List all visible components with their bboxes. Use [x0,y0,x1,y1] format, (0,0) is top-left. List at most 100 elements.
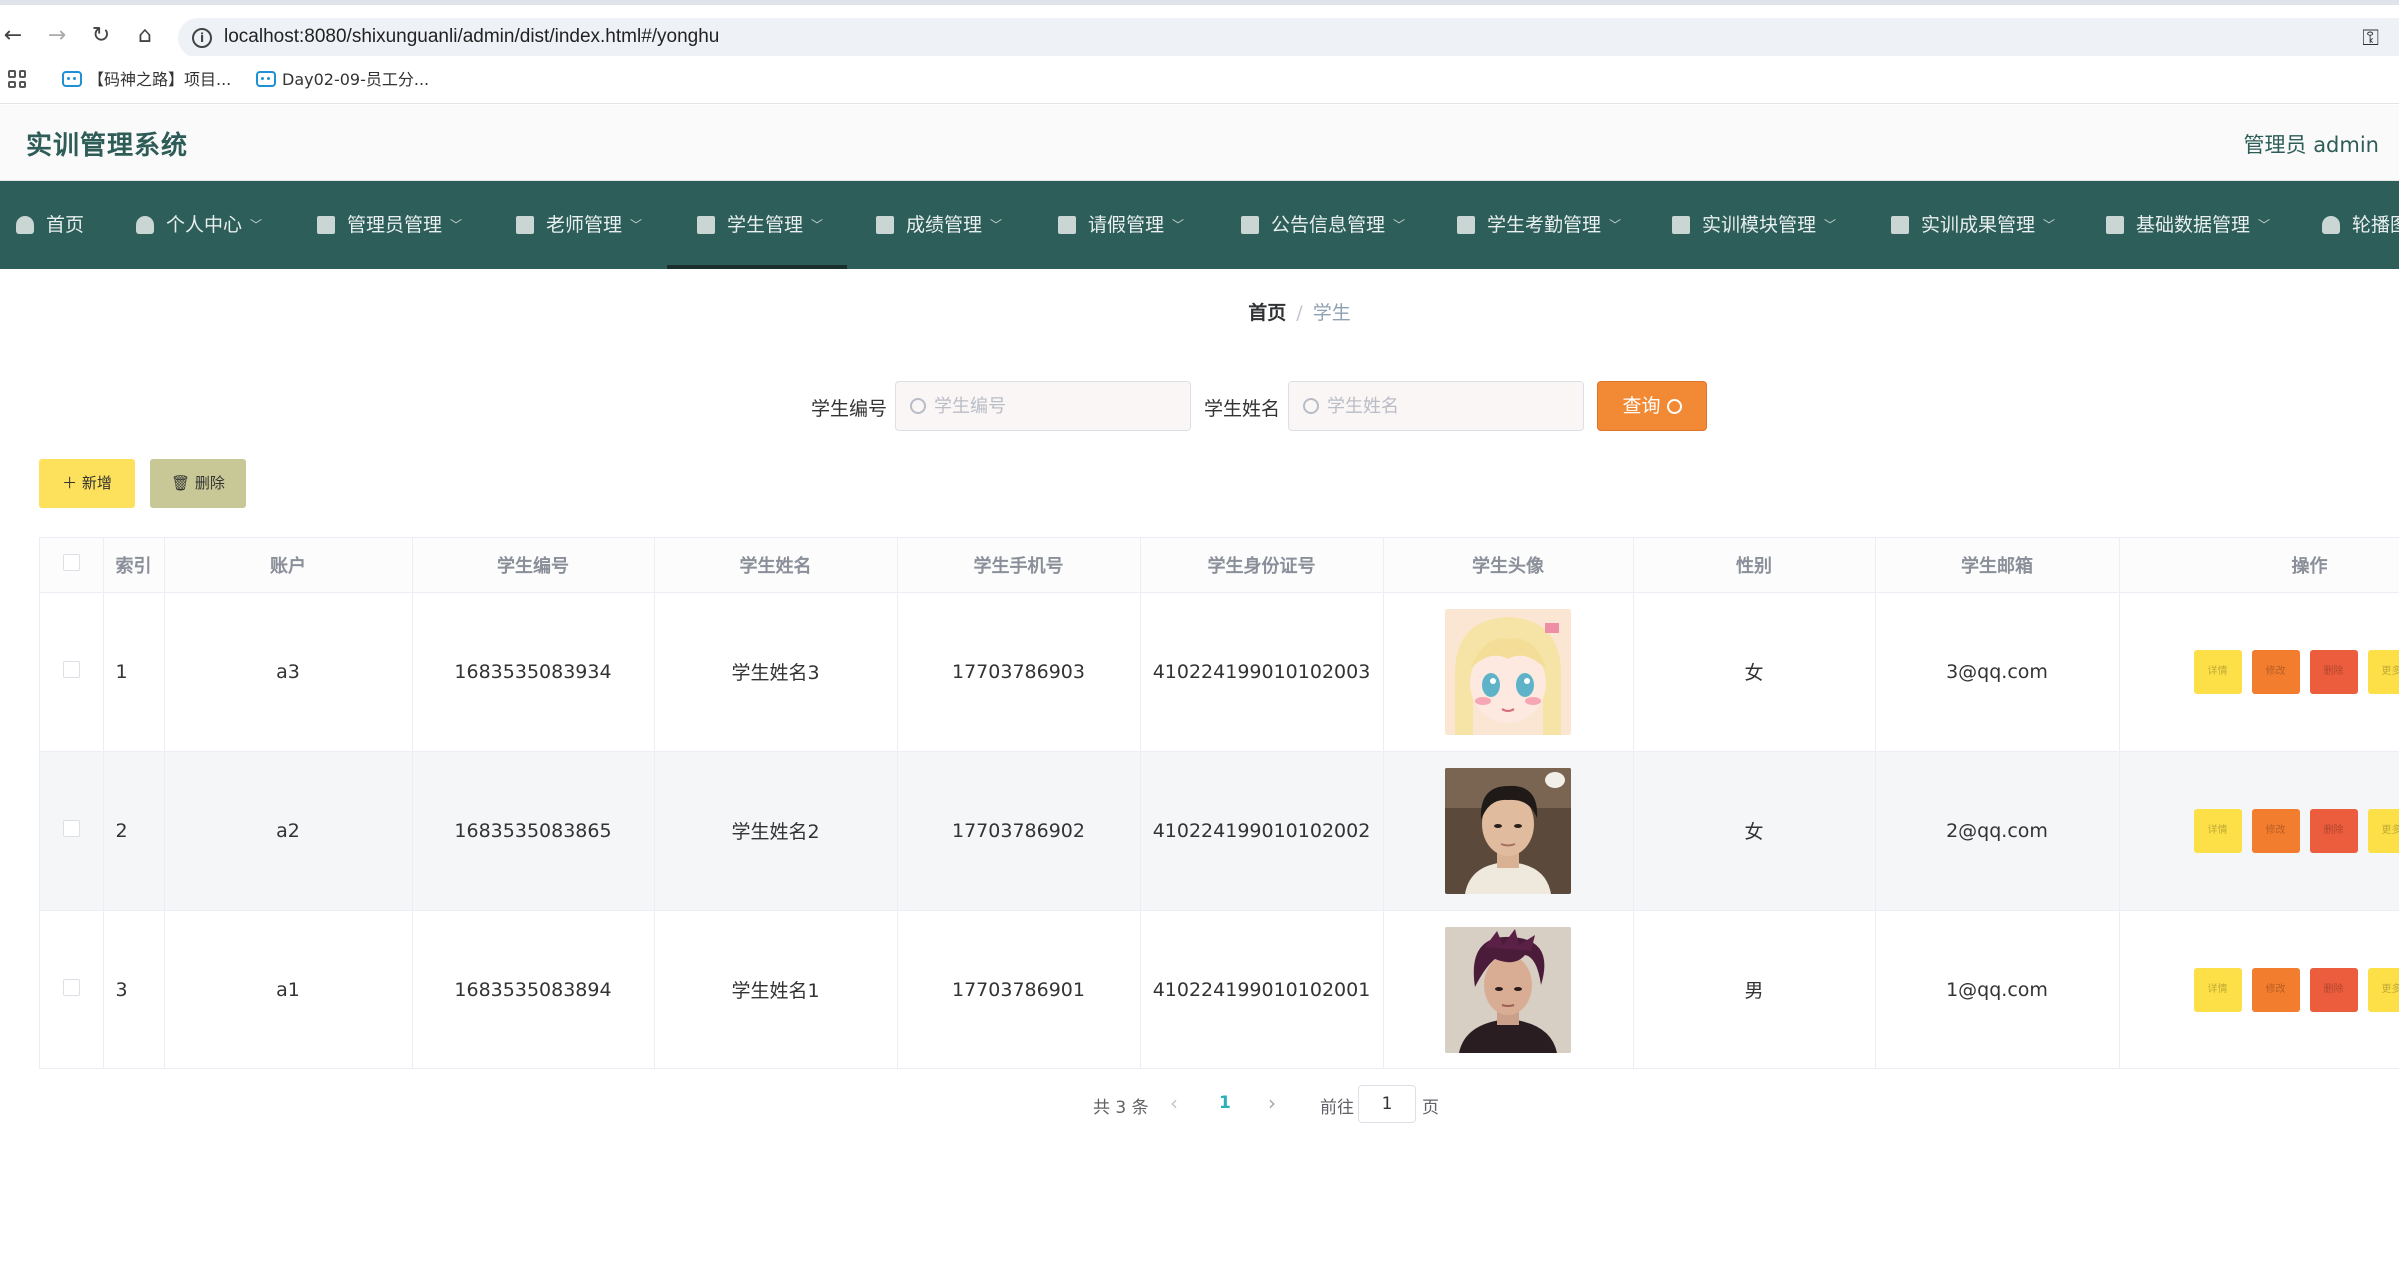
cell-gender: 女 [1633,592,1876,752]
edit-button[interactable]: 修改 [2251,808,2300,853]
cell-index: 1 [103,592,165,752]
cell-index: 3 [103,910,165,1068]
cell-name: 学生姓名3 [654,592,898,752]
mic-icon [1241,216,1259,234]
query-button[interactable]: 查询 [1597,381,1707,431]
avatar[interactable] [1445,926,1571,1053]
menu-label: 管理员管理 [347,214,443,236]
select-all-checkbox[interactable] [62,553,80,571]
table-header-row: 索引 账户 学生编号 学生姓名 学生手机号 学生身份证号 学生头像 性别 学生邮… [40,538,2399,593]
flag-icon [1891,216,1909,234]
menu-item-module[interactable]: 实训模块管理 ﹀ [1672,181,1836,269]
cell-idcard: 410224199010102001 [1140,910,1384,1068]
back-icon[interactable]: ← [0,23,26,49]
bookmark-label: 【码神之路】项目... [88,70,232,89]
cell-name: 学生姓名2 [654,751,898,911]
cell-name: 学生姓名1 [654,910,898,1068]
menu-item-profile[interactable]: 个人中心 ﹀ [136,181,262,269]
cell-email: 3@qq.com [1875,592,2120,752]
student-no-field[interactable] [895,381,1191,431]
delete-button[interactable]: 🗑 删除 [150,459,246,508]
ticket-icon [876,216,894,234]
row-delete-button[interactable]: 删除 [2309,967,2358,1012]
chevron-left-icon[interactable]: ‹ [1170,1091,1178,1115]
menu-item-attendance[interactable]: 学生考勤管理 ﹀ [1457,181,1621,269]
row-delete-button[interactable]: 删除 [2309,649,2358,694]
menu-item-result[interactable]: 实训成果管理 ﹀ [1891,181,2055,269]
menu-label: 基础数据管理 [2136,214,2251,236]
page-suffix: 页 [1422,1098,1439,1118]
column-header: 学生编号 [412,538,655,593]
avatar[interactable] [1445,608,1571,735]
menu-item-score[interactable]: 成绩管理 ﹀ [876,181,1002,269]
home-icon[interactable]: ⌂ [132,23,158,49]
more-button[interactable]: 更多 [2367,649,2399,694]
more-button[interactable]: 更多 [2367,808,2399,853]
breadcrumb-home[interactable]: 首页 [1248,302,1286,324]
briefcase-icon [317,216,335,234]
menu-label: 学生考勤管理 [1487,214,1602,236]
cell-no: 1683535083934 [412,592,655,752]
url-text[interactable]: localhost:8080/shixunguanli/admin/dist/i… [224,26,719,48]
goto-page-input[interactable]: 1 [1358,1085,1416,1123]
menu-item-notice[interactable]: 公告信息管理 ﹀ [1241,181,1405,269]
chevron-down-icon: ﹀ [630,218,643,232]
menu-item-carousel[interactable]: 轮播图 [2322,181,2399,269]
menu-label: 公告信息管理 [1271,214,1386,236]
row-delete-button[interactable]: 删除 [2309,808,2358,853]
detail-button[interactable]: 详情 [2193,967,2242,1012]
cell-operations: 详情修改删除更多 [2119,751,2399,911]
key-icon[interactable]: ⚿ [2362,26,2379,51]
page-number[interactable]: 1 [1219,1093,1231,1113]
menu-label: 请假管理 [1088,214,1165,236]
column-header: 账户 [164,538,413,593]
row-checkbox[interactable] [62,978,80,996]
row-checkbox[interactable] [62,819,80,837]
menu-item-leave[interactable]: 请假管理 ﹀ [1058,181,1184,269]
chevron-right-icon[interactable]: › [1268,1091,1276,1115]
menu-item-admin[interactable]: 管理员管理 ﹀ [317,181,462,269]
column-header: 学生邮箱 [1875,538,2120,593]
apps-icon[interactable] [8,70,26,88]
edit-button[interactable]: 修改 [2251,967,2300,1012]
user-icon [2322,216,2340,234]
menu-item-basedata[interactable]: 基础数据管理 ﹀ [2106,181,2270,269]
app-header: 实训管理系统 管理员 admin [0,105,2399,181]
search-label-name: 学生姓名 [1204,398,1281,420]
cell-no: 1683535083894 [412,910,655,1068]
bookmark-item[interactable]: Day02-09-员工分... [256,68,429,92]
detail-button[interactable]: 详情 [2193,649,2242,694]
detail-button[interactable]: 详情 [2193,808,2242,853]
student-table: 索引 账户 学生编号 学生姓名 学生手机号 学生身份证号 学生头像 性别 学生邮… [39,537,2399,1069]
reload-icon[interactable]: ↻ [88,23,114,49]
user-icon [136,216,154,234]
cell-avatar [1383,910,1634,1068]
chevron-down-icon: ﹀ [990,218,1003,232]
column-header: 学生身份证号 [1140,538,1384,593]
column-header: 性别 [1633,538,1876,593]
menu-item-student[interactable]: 学生管理 ﹀ [667,181,847,269]
menu-item-home[interactable]: 首页 [16,181,84,269]
row-checkbox[interactable] [62,660,80,678]
more-button[interactable]: 更多 [2367,967,2399,1012]
student-name-field[interactable] [1288,381,1584,431]
trash-icon: 🗑 [171,474,195,492]
student-no-input[interactable] [934,392,1174,420]
row-select-cell [40,592,104,752]
bookmark-item[interactable]: 【码神之路】项目... [62,68,231,92]
chevron-down-icon: ﹀ [1172,218,1185,232]
avatar[interactable] [1445,767,1571,894]
goto-label: 前往 [1320,1098,1354,1118]
address-bar[interactable]: i localhost:8080/shixunguanli/admin/dist… [178,18,2399,58]
cell-operations: 详情修改删除更多 [2119,592,2399,752]
current-user[interactable]: 管理员 admin [2244,129,2379,159]
forward-icon[interactable]: → [44,23,70,49]
edit-button[interactable]: 修改 [2251,649,2300,694]
student-name-input[interactable] [1327,392,1567,420]
menu-item-teacher[interactable]: 老师管理 ﹀ [516,181,642,269]
site-info-icon[interactable]: i [192,28,212,48]
chevron-down-icon: ﹀ [450,218,463,232]
add-button[interactable]: ＋ 新增 [39,459,135,508]
breadcrumb-separator: / [1296,302,1303,324]
cell-avatar [1383,592,1634,752]
